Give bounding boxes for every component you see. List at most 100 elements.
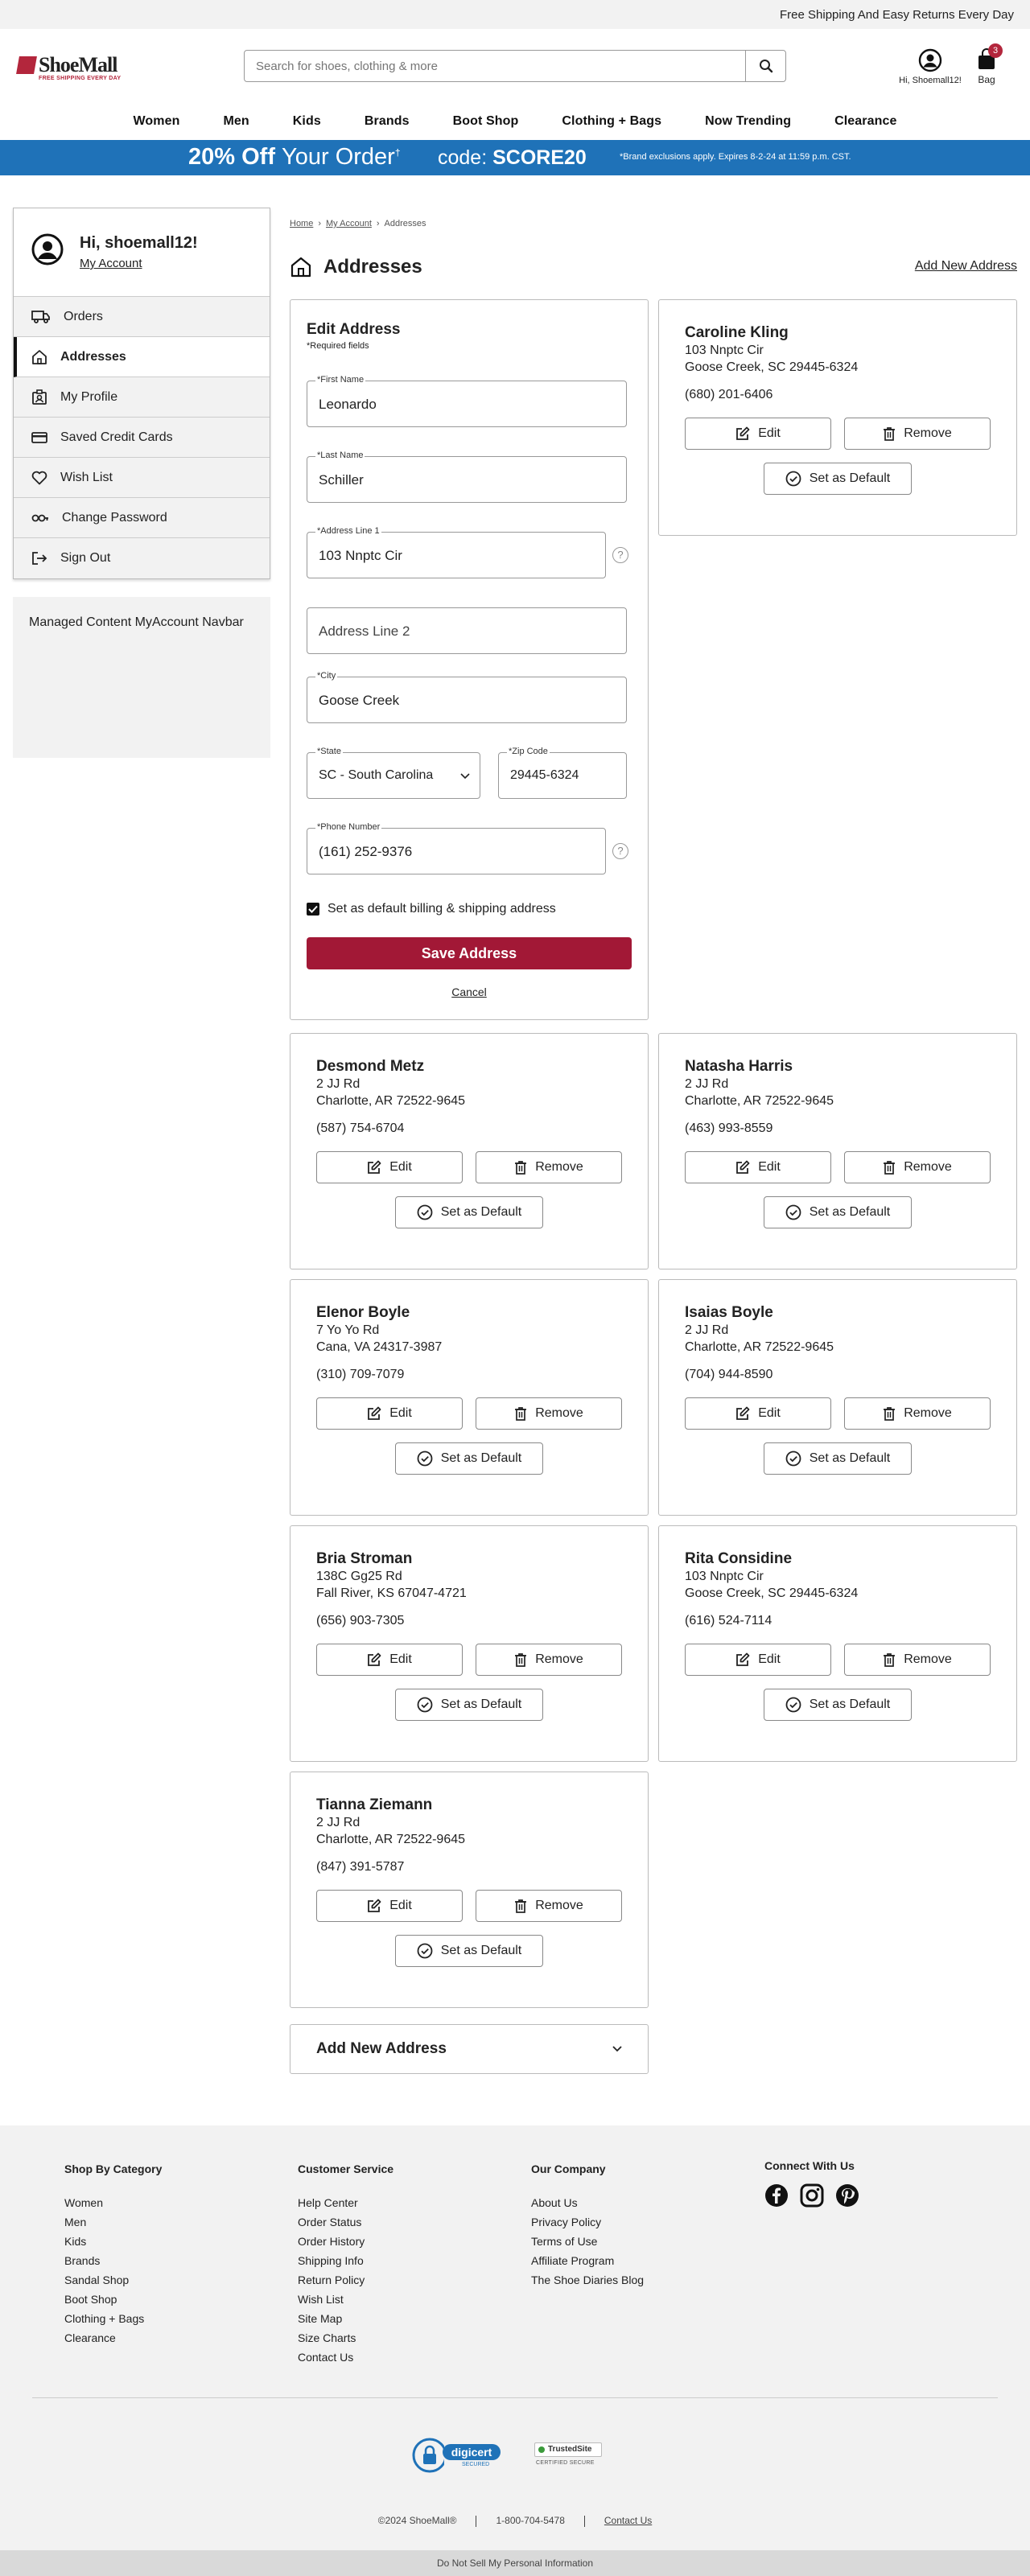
set-default-button[interactable]: Set as Default <box>395 1442 543 1475</box>
footer-link[interactable]: Sandal Shop <box>64 2270 162 2290</box>
promo-banner[interactable]: 20% Off Your Order† code: SCORE20 *Brand… <box>0 140 1030 175</box>
footer-link[interactable]: Wish List <box>298 2290 393 2309</box>
nav-brands[interactable]: Brands <box>343 114 431 129</box>
edit-address-button[interactable]: Edit <box>316 1890 463 1922</box>
sidebar-item-saved-credit-cards[interactable]: Saved Credit Cards <box>14 418 270 458</box>
set-default-button[interactable]: Set as Default <box>395 1935 543 1967</box>
nav-clothing-bags[interactable]: Clothing + Bags <box>540 114 683 129</box>
help-icon[interactable]: ? <box>612 547 628 563</box>
bag-link[interactable]: Bag 3 <box>972 43 1003 85</box>
pinterest-icon[interactable] <box>835 2183 859 2208</box>
edit-address-button[interactable]: Edit <box>316 1151 463 1183</box>
nav-boot-shop[interactable]: Boot Shop <box>431 114 541 129</box>
footer-link[interactable]: Help Center <box>298 2193 393 2212</box>
footer-link[interactable]: Boot Shop <box>64 2290 162 2309</box>
remove-address-button[interactable]: Remove <box>844 1151 991 1183</box>
set-default-button[interactable]: Set as Default <box>764 1442 912 1475</box>
breadcrumb-my-account[interactable]: My Account <box>326 219 372 228</box>
remove-address-button[interactable]: Remove <box>476 1151 622 1183</box>
last-name-field[interactable]: *Last Name Schiller <box>307 451 627 503</box>
phone-number[interactable]: 1-800-704-5478 <box>496 2515 564 2526</box>
footer-link[interactable]: Shipping Info <box>298 2251 393 2270</box>
zip-code-field[interactable]: *Zip Code 29445-6324 <box>498 747 627 799</box>
sidebar-item-wish-list[interactable]: Wish List <box>14 458 270 498</box>
add-new-address-accordion[interactable]: Add New Address <box>290 2024 649 2074</box>
remove-address-button[interactable]: Remove <box>476 1397 622 1430</box>
address-phone: (680) 201-6406 <box>685 388 773 401</box>
edit-address-button[interactable]: Edit <box>685 418 831 450</box>
footer-link[interactable]: Clothing + Bags <box>64 2309 162 2328</box>
search-input[interactable] <box>245 51 745 81</box>
footer-link[interactable]: Affiliate Program <box>531 2251 644 2270</box>
footer-customer-service: Customer Service Help Center Order Statu… <box>298 2162 393 2367</box>
sidebar-item-change-password[interactable]: Change Password <box>14 498 270 538</box>
nav-men[interactable]: Men <box>201 114 270 129</box>
remove-address-button[interactable]: Remove <box>844 418 991 450</box>
nav-women[interactable]: Women <box>111 114 201 129</box>
footer-link[interactable]: Order Status <box>298 2212 393 2232</box>
remove-address-button[interactable]: Remove <box>844 1644 991 1676</box>
address-name: Tianna Ziemann <box>316 1796 433 1813</box>
nav-now-trending[interactable]: Now Trending <box>683 114 813 129</box>
edit-address-button[interactable]: Edit <box>685 1644 831 1676</box>
edit-address-button[interactable]: Edit <box>316 1644 463 1676</box>
address-phone: (587) 754-6704 <box>316 1121 405 1135</box>
set-default-button[interactable]: Set as Default <box>764 463 912 495</box>
trustedsite-check-icon <box>538 2446 545 2453</box>
footer-link[interactable]: Privacy Policy <box>531 2212 644 2232</box>
address-line-2-field[interactable]: Address Line 2 <box>307 607 627 654</box>
remove-address-button[interactable]: Remove <box>476 1644 622 1676</box>
instagram-icon[interactable] <box>800 2183 824 2208</box>
breadcrumb-home[interactable]: Home <box>290 219 313 228</box>
sidebar-item-orders[interactable]: Orders <box>14 297 270 337</box>
account-link[interactable]: Hi, Shoemall12! <box>893 48 967 85</box>
save-address-button[interactable]: Save Address <box>307 937 632 969</box>
footer-link[interactable]: About Us <box>531 2193 644 2212</box>
footer-link[interactable]: Size Charts <box>298 2328 393 2348</box>
shoemall-logo[interactable]: ShoeMall FREE SHIPPING EVERY DAY <box>16 53 146 85</box>
footer-link[interactable]: Contact Us <box>298 2348 393 2367</box>
my-account-link[interactable]: My Account <box>80 257 142 270</box>
sidebar-item-addresses[interactable]: Addresses <box>14 337 270 377</box>
state-select[interactable]: *State SC - South Carolina <box>307 747 480 799</box>
edit-address-button[interactable]: Edit <box>685 1151 831 1183</box>
facebook-icon[interactable] <box>764 2183 789 2208</box>
set-default-button[interactable]: Set as Default <box>764 1689 912 1721</box>
footer-link[interactable]: Clearance <box>64 2328 162 2348</box>
remove-address-button[interactable]: Remove <box>476 1890 622 1922</box>
footer-our-company: Our Company About Us Privacy Policy Term… <box>531 2162 644 2290</box>
sidebar-item-sign-out[interactable]: Sign Out <box>14 538 270 578</box>
footer-link[interactable]: Return Policy <box>298 2270 393 2290</box>
footer-link[interactable]: Site Map <box>298 2309 393 2328</box>
help-icon[interactable]: ? <box>612 843 628 859</box>
footer-link[interactable]: Men <box>64 2212 162 2232</box>
cancel-link[interactable]: Cancel <box>290 986 648 998</box>
add-new-address-link[interactable]: Add New Address <box>915 259 1017 274</box>
phone-number-field[interactable]: *Phone Number (161) 252-9376 <box>307 822 606 874</box>
do-not-sell-link[interactable]: Do Not Sell My Personal Information <box>0 2550 1030 2576</box>
trustedsite-name: TrustedSite <box>548 2445 592 2454</box>
sidebar-item-my-profile[interactable]: My Profile <box>14 377 270 418</box>
footer-link[interactable]: The Shoe Diaries Blog <box>531 2270 644 2290</box>
default-address-checkbox[interactable]: Set as default billing & shipping addres… <box>307 902 556 916</box>
nav-clearance[interactable]: Clearance <box>813 114 918 129</box>
trustedsite-seal[interactable]: TrustedSite CERTIFIED SECURE <box>531 2441 605 2473</box>
edit-address-button[interactable]: Edit <box>316 1397 463 1430</box>
digicert-seal[interactable]: digicert SECURED <box>412 2434 507 2476</box>
footer-link[interactable]: Kids <box>64 2232 162 2251</box>
set-default-button[interactable]: Set as Default <box>395 1196 543 1228</box>
remove-address-button[interactable]: Remove <box>844 1397 991 1430</box>
set-default-button[interactable]: Set as Default <box>395 1689 543 1721</box>
first-name-field[interactable]: *First Name Leonardo <box>307 375 627 427</box>
address-line-1-field[interactable]: *Address Line 1 103 Nnptc Cir <box>307 526 606 578</box>
footer-link[interactable]: Terms of Use <box>531 2232 644 2251</box>
set-default-button[interactable]: Set as Default <box>764 1196 912 1228</box>
city-field[interactable]: *City Goose Creek <box>307 671 627 723</box>
footer-link[interactable]: Order History <box>298 2232 393 2251</box>
edit-address-button[interactable]: Edit <box>685 1397 831 1430</box>
contact-us-link[interactable]: Contact Us <box>604 2515 652 2526</box>
nav-kids[interactable]: Kids <box>271 114 343 129</box>
footer-link[interactable]: Women <box>64 2193 162 2212</box>
footer-link[interactable]: Brands <box>64 2251 162 2270</box>
search-button[interactable] <box>745 51 785 81</box>
